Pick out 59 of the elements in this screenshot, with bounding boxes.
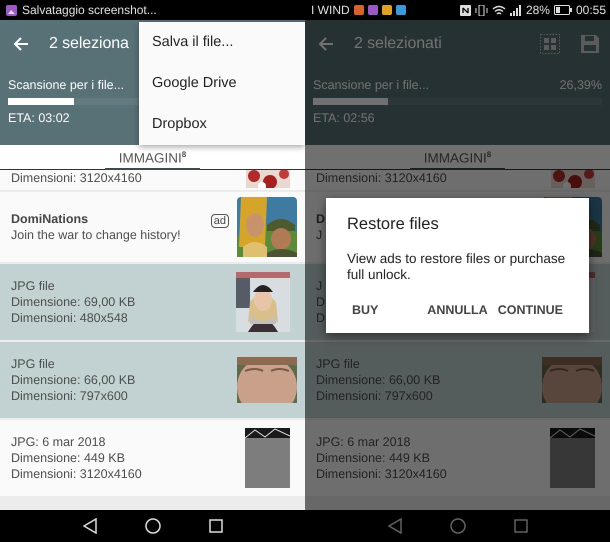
home-icon[interactable] <box>144 518 160 534</box>
file-info: Dimensione: 449 KB <box>316 450 430 466</box>
file-info: Dimensioni: 3120x4160 <box>316 466 447 482</box>
ad-row[interactable]: DomiNations Join the war to change history! ad <box>0 192 305 262</box>
menu-item[interactable]: Dropbox <box>139 104 305 145</box>
file-info: Dimensioni: 797x600 <box>11 388 128 404</box>
battery-level: 28% <box>526 3 550 17</box>
file-info: J <box>316 278 322 294</box>
battery-icon <box>554 5 572 15</box>
notification-text: Salvataggio screenshot... <box>22 3 157 17</box>
file-info: JPG: 6 mar 2018 <box>316 434 410 450</box>
file-info: JPG: 6 mar 2018 <box>11 434 106 450</box>
file-row[interactable]: JPG file Dimensione: 66,00 KB Dimensioni: 797x600 <box>0 342 305 418</box>
ad-title: DomiNations <box>11 211 88 227</box>
scan-label: Scansione per i file... <box>8 78 124 92</box>
file-info: Dimensione: 449 KB <box>11 450 125 466</box>
file-info: JPG file <box>11 356 55 372</box>
dialog-message: View ads to restore files or purchase full unlock. <box>347 251 566 283</box>
file-info: D <box>316 294 326 310</box>
file-info: Dimensioni: 3120x4160 <box>11 170 142 186</box>
grid-icon[interactable] <box>540 34 560 54</box>
file-info: Dimensioni: 480x548 <box>11 310 128 326</box>
ad-text: J <box>316 227 322 243</box>
file-info: Dimensioni: 3120x4160 <box>11 466 142 482</box>
eta-text: ETA: 03:02 <box>8 111 70 125</box>
eta-text: ETA: 02:56 <box>313 111 375 125</box>
vibrate-icon <box>474 4 488 16</box>
menu-item[interactable]: Google Drive <box>139 63 305 104</box>
toolbar-title: 2 selezionati <box>354 35 442 53</box>
file-info: Dimensioni: 3120x4160 <box>316 170 447 186</box>
scan-label: Scansione per i file... <box>313 78 430 92</box>
back-icon[interactable] <box>82 518 96 534</box>
scan-percent: 26,39% <box>560 78 602 92</box>
file-info: Dimensione: 69,00 KB <box>11 294 136 310</box>
recents-icon[interactable] <box>208 519 222 533</box>
file-row[interactable]: JPG file Dimensione: 69,00 KB Dimensioni: 480x548 <box>0 264 305 340</box>
file-info: Dimensione: 66,00 KB <box>11 372 136 388</box>
file-row[interactable]: Dimensioni: 3120x4160 <box>0 170 305 190</box>
menu-item[interactable]: Salva il file... <box>139 22 305 63</box>
save-icon[interactable] <box>580 34 600 54</box>
dialog-title: Restore files <box>347 215 440 234</box>
file-info: JPG file <box>11 278 55 294</box>
file-row[interactable]: JPG: 6 mar 2018 Dimensione: 449 KB Dimensioni: 3120x4160 <box>0 420 305 496</box>
ad-title: D <box>316 211 326 227</box>
file-info: Dimensione: 66,00 KB <box>316 372 440 388</box>
toolbar-title: 2 seleziona <box>49 35 129 53</box>
signal-icon <box>510 4 522 16</box>
file-info: JPG file <box>316 356 360 372</box>
clock-time: 00:55 <box>576 3 606 17</box>
file-info: D <box>316 310 326 326</box>
app-icon <box>396 5 406 15</box>
ad-badge: ad <box>210 214 229 228</box>
dialog-button[interactable]: BUY <box>347 295 384 325</box>
ad-text: Join the war to change history! <box>11 227 181 243</box>
file-info: Dimensioni: 797x600 <box>316 388 433 404</box>
wifi-icon <box>492 4 506 16</box>
carrier-name: I WIND <box>311 3 350 17</box>
dialog-button[interactable]: ANNULLA <box>422 295 493 325</box>
nfc-icon <box>460 4 471 16</box>
